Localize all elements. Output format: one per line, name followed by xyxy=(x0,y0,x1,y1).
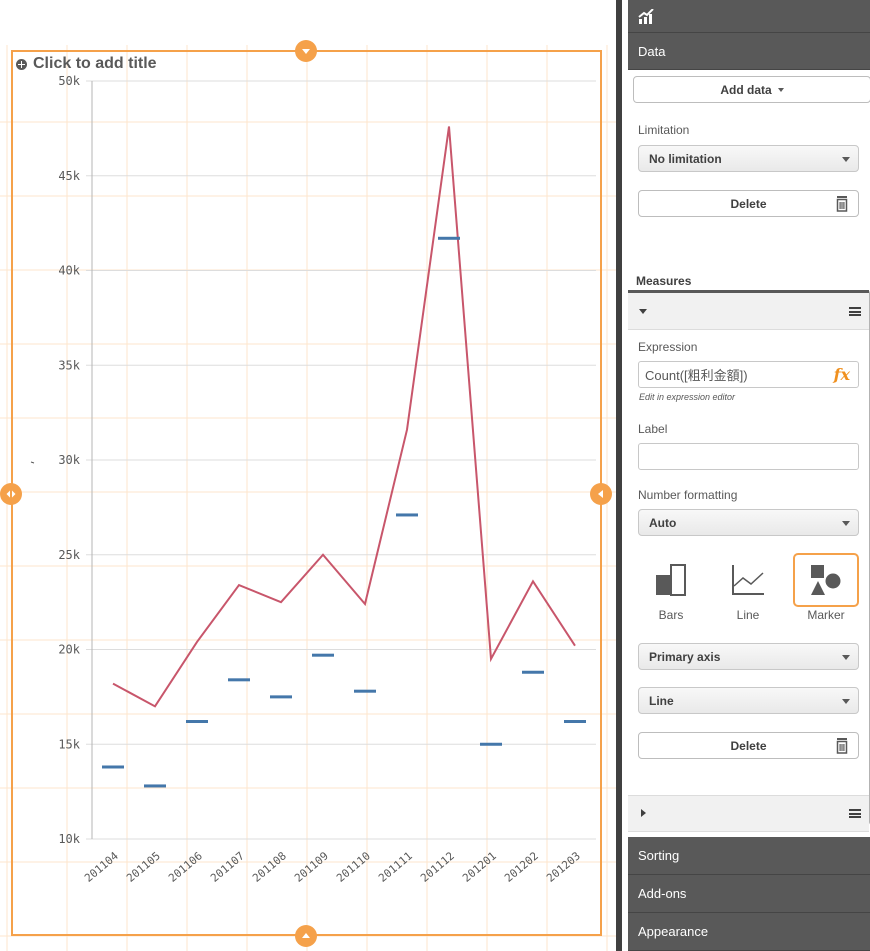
expression-value: Count([粗利金額]) xyxy=(645,368,748,383)
drag-handle-icon[interactable] xyxy=(849,307,861,316)
limitation-value: No limitation xyxy=(649,151,722,166)
delete-measure-button[interactable]: Delete xyxy=(638,732,859,759)
limitation-label: Limitation xyxy=(638,123,690,137)
caret-up-icon xyxy=(302,933,310,938)
type-marker-button[interactable] xyxy=(793,553,859,607)
combo-chart-icon xyxy=(638,8,654,24)
label-field-label: Label xyxy=(638,422,668,436)
chevron-down-icon xyxy=(842,654,850,660)
type-line-label: Line xyxy=(736,608,760,622)
limitation-dropdown[interactable]: No limitation xyxy=(638,145,859,172)
edit-expression-hint[interactable]: Edit in expression editor xyxy=(639,392,735,402)
drag-handle-icon[interactable] xyxy=(849,809,861,818)
number-formatting-dropdown[interactable]: Auto xyxy=(638,509,859,536)
caret-down-icon xyxy=(302,49,310,54)
measure-item-header[interactable] xyxy=(628,290,869,330)
delete-dimension-button[interactable]: Delete xyxy=(638,190,859,217)
number-formatting-value: Auto xyxy=(649,515,677,530)
section-appearance-label: Appearance xyxy=(638,924,709,939)
resize-handle-right[interactable] xyxy=(590,483,612,505)
chevron-down-icon xyxy=(842,156,850,162)
section-add-ons[interactable]: Add-ons xyxy=(628,875,870,913)
expression-input[interactable]: Count([粗利金額]) fx xyxy=(638,361,859,388)
collapse-caret-icon xyxy=(639,309,647,314)
chart-title[interactable]: Click to add title xyxy=(16,55,157,73)
type-bars-button[interactable] xyxy=(638,553,704,607)
section-data[interactable]: Data xyxy=(628,33,870,70)
measures-heading: Measures xyxy=(636,274,692,288)
axis-value: Primary axis xyxy=(649,649,721,664)
section-appearance[interactable]: Appearance xyxy=(628,913,870,951)
type-marker-label: Marker xyxy=(807,608,845,622)
type-line-button[interactable] xyxy=(715,553,781,607)
add-data-label: Add data xyxy=(720,82,772,97)
resize-handle-left[interactable] xyxy=(0,483,22,505)
expand-caret-icon xyxy=(641,809,646,817)
fx-icon[interactable]: fx xyxy=(834,365,850,384)
chevron-down-icon xyxy=(842,698,850,704)
measure-item-header-collapsed[interactable] xyxy=(628,795,869,832)
trash-icon xyxy=(836,196,848,212)
line-chart-icon xyxy=(732,565,764,595)
section-data-label: Data xyxy=(638,43,666,59)
label-input[interactable] xyxy=(638,443,859,470)
chart-selection-frame xyxy=(11,50,602,936)
type-bars-label: Bars xyxy=(658,608,684,622)
add-icon xyxy=(16,58,27,70)
number-formatting-label: Number formatting xyxy=(638,488,738,502)
caret-down-icon xyxy=(777,87,784,92)
caret-left-icon xyxy=(598,490,603,498)
axis-dropdown[interactable]: Primary axis xyxy=(638,643,859,670)
horizontal-resize-icon xyxy=(6,490,16,498)
delete-measure-label: Delete xyxy=(730,738,767,753)
add-data-button[interactable]: Add data xyxy=(633,76,870,103)
sheet-canvas: 10k 15k 20k 25k 30k 35k 40k 45k 50k 201104 201105… xyxy=(0,0,616,951)
marker-shape-dropdown[interactable]: Line xyxy=(638,687,859,714)
resize-handle-bottom[interactable] xyxy=(295,925,317,947)
marker-shape-value: Line xyxy=(649,693,674,708)
resize-handle-top[interactable] xyxy=(295,40,317,62)
trash-icon xyxy=(836,738,848,754)
section-add-ons-label: Add-ons xyxy=(638,886,687,901)
section-sorting[interactable]: Sorting xyxy=(628,837,870,875)
panel-header xyxy=(628,0,870,33)
app: 10k 15k 20k 25k 30k 35k 40k 45k 50k 201104 201105… xyxy=(0,0,870,951)
section-sorting-label: Sorting xyxy=(638,848,680,863)
marker-shapes-icon xyxy=(811,565,841,595)
panel-sections: Sorting Add-ons Appearance xyxy=(628,837,870,951)
expression-label: Expression xyxy=(638,340,698,354)
chevron-down-icon xyxy=(842,520,850,526)
chart-title-placeholder: Click to add title xyxy=(33,55,157,72)
bars-icon xyxy=(656,564,686,596)
delete-label: Delete xyxy=(730,196,767,211)
properties-panel: Data Add data Limitation No limitation D… xyxy=(616,0,870,951)
